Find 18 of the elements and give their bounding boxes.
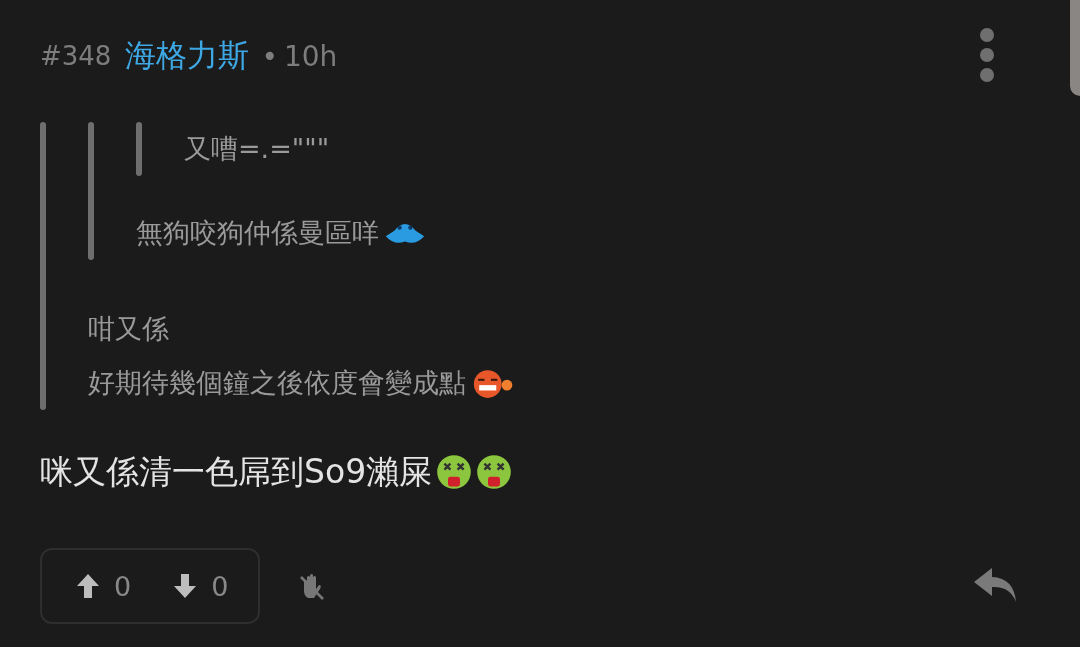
upvote-count: 0 (114, 570, 132, 602)
author-name[interactable]: 海格力斯 (125, 35, 250, 77)
hand-off-icon[interactable] (298, 571, 326, 601)
more-icon[interactable] (980, 28, 994, 84)
quote-text: 好期待幾個鐘之後依度會變成點 (88, 366, 466, 400)
post-text: 咪又係清一色屌到So9瀨屎 (40, 450, 433, 493)
downvote-count: 0 (211, 570, 229, 602)
downvote-icon[interactable] (173, 573, 198, 599)
quote-text: 又嘈=.=""" (184, 132, 330, 166)
sick-face-icon (476, 454, 513, 490)
quote-text: 咁又係 (88, 312, 169, 346)
separator-dot: • (261, 39, 278, 73)
upvote-icon[interactable] (76, 573, 100, 599)
post-number: #348 (40, 41, 112, 71)
quote-text: 無狗咬狗仲係曼區咩 (136, 216, 379, 250)
sick-face-icon (436, 454, 473, 490)
scrollbar[interactable] (1070, 0, 1080, 96)
post-time: 10h (283, 39, 338, 73)
